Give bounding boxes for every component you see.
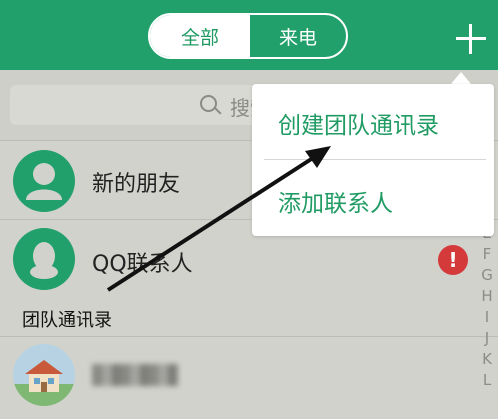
annotation-arrow	[106, 146, 331, 292]
